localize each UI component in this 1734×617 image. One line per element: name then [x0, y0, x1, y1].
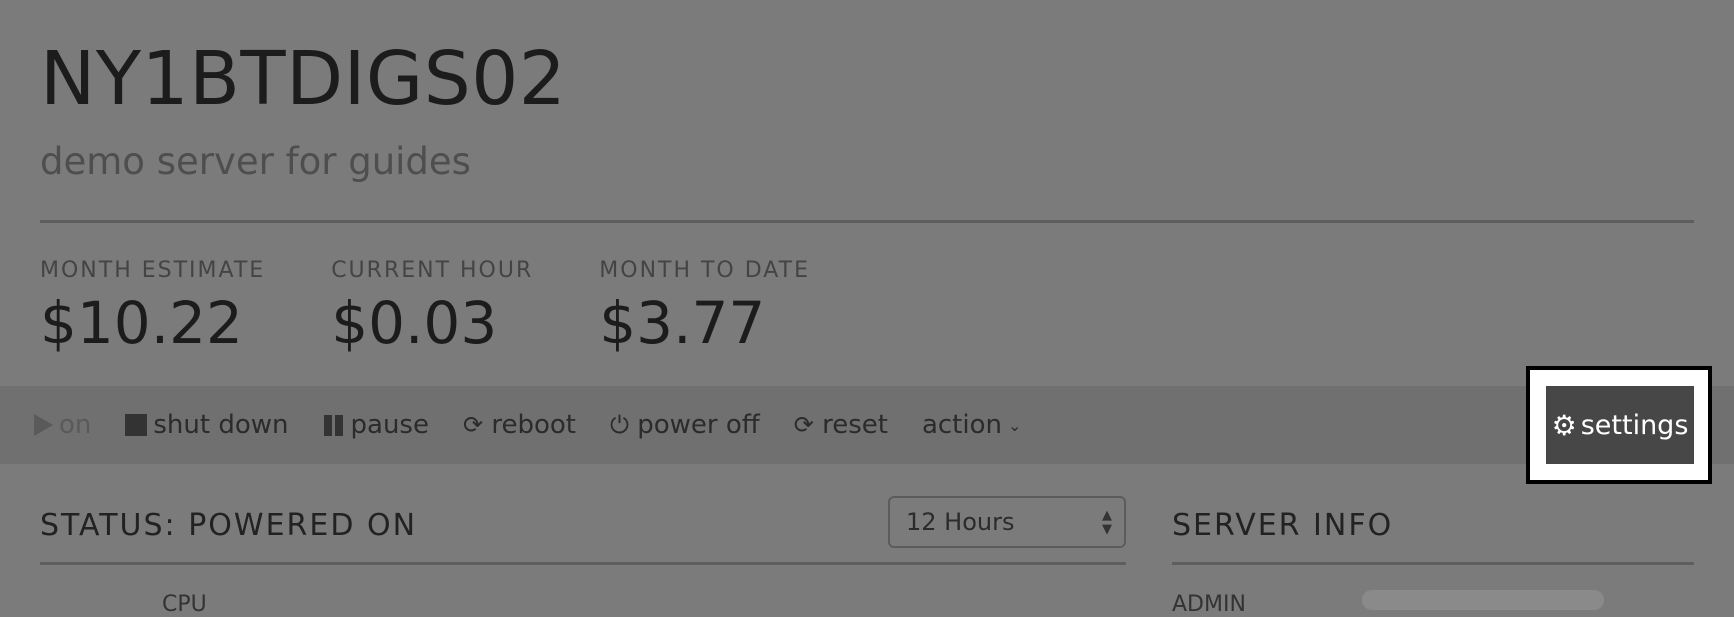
server-description: demo server for guides: [40, 140, 471, 183]
time-range-select[interactable]: 12 Hours ▲ ▼: [888, 496, 1126, 548]
refresh-icon: ⟳: [462, 411, 484, 439]
admin-badge: [1362, 590, 1604, 610]
stat-label: MONTH TO DATE: [599, 258, 810, 283]
stat-label: MONTH ESTIMATE: [40, 258, 266, 283]
action-label: action: [921, 410, 1002, 440]
server-info-divider: [1172, 562, 1694, 565]
time-range-value: 12 Hours: [906, 508, 1015, 536]
server-name: NY1BTDIGS02: [40, 36, 567, 122]
stat-value: $0.03: [331, 289, 498, 357]
stat-label: CURRENT HOUR: [331, 258, 534, 283]
action-dropdown[interactable]: action ⌄: [922, 410, 1021, 440]
server-action-toolbar: on shut down pause ⟳ reboot ⏻ power off …: [0, 386, 1734, 464]
power-on-button[interactable]: on: [34, 410, 91, 440]
settings-label: settings: [1580, 409, 1689, 441]
stat-current-hour: CURRENT HOUR $0.03: [331, 258, 533, 357]
reset-button[interactable]: ⟳ reset: [794, 410, 888, 440]
gear-icon: ⚙: [1551, 408, 1577, 442]
pause-button[interactable]: pause: [323, 410, 429, 440]
reboot-button[interactable]: ⟳ reboot: [463, 410, 576, 440]
admin-label: ADMIN: [1172, 592, 1246, 617]
stat-month-estimate: MONTH ESTIMATE $10.22: [40, 258, 265, 357]
server-header: NY1BTDIGS02 demo server for guides: [40, 30, 1694, 183]
reboot-label: reboot: [491, 410, 576, 440]
pause-icon: [323, 414, 345, 436]
cpu-label: CPU: [162, 592, 207, 617]
shut-down-button[interactable]: shut down: [125, 410, 289, 440]
stop-icon: [125, 414, 148, 436]
pause-label: pause: [350, 410, 429, 440]
status-divider: [40, 562, 1126, 565]
reset-label: reset: [822, 410, 888, 440]
refresh-icon: ⟳: [793, 411, 814, 439]
status-title: STATUS: POWERED ON: [40, 508, 418, 543]
play-icon: [34, 414, 53, 436]
power-off-button[interactable]: ⏻ power off: [610, 410, 760, 440]
stat-value: $3.77: [599, 289, 766, 357]
billing-stats: MONTH ESTIMATE $10.22 CURRENT HOUR $0.03…: [40, 258, 876, 357]
server-info-title: SERVER INFO: [1172, 508, 1394, 543]
shut-down-label: shut down: [153, 410, 289, 440]
settings-button[interactable]: ⚙ settings: [1546, 386, 1694, 464]
power-off-label: power off: [637, 410, 760, 440]
power-on-label: on: [59, 410, 92, 440]
chevron-down-icon: ⌄: [1007, 415, 1022, 435]
power-icon: ⏻: [610, 411, 629, 439]
select-arrows-icon: ▲ ▼: [1102, 508, 1112, 537]
stat-value: $10.22: [40, 289, 243, 357]
header-divider: [40, 220, 1694, 223]
stat-month-to-date: MONTH TO DATE $3.77: [599, 258, 810, 357]
